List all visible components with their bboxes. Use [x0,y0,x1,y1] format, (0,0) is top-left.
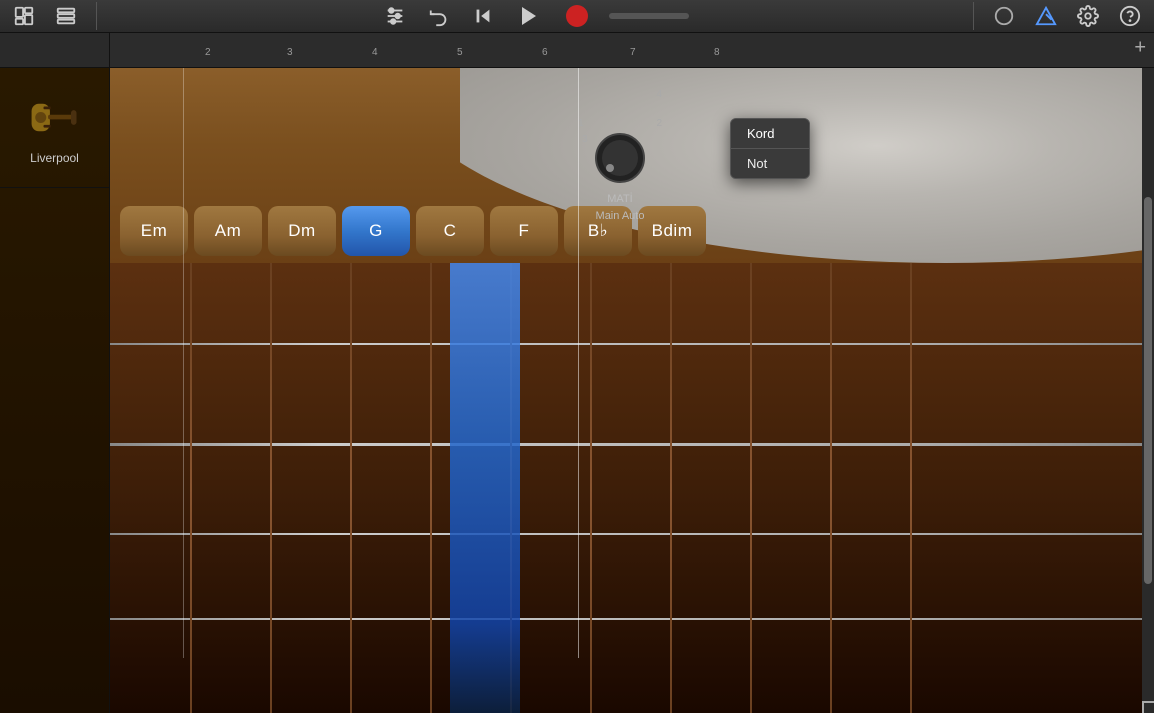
string-4 [110,618,1154,620]
fret-line-10 [910,263,912,713]
fret-line-3 [350,263,352,713]
toolbar-right [973,2,1144,30]
toolbar-center [113,0,957,32]
ruler-mark-3: 4 [372,47,378,58]
fret-line-9 [830,263,832,713]
main-content: Liverpool 2 3 4 5 6 7 8 + [0,33,1154,713]
undo-icon[interactable] [425,2,453,30]
knob-label-2: 2 [656,118,662,129]
ruler-mark-5: 6 [542,47,548,58]
rewind-icon[interactable] [469,2,497,30]
track-name: Liverpool [30,151,79,165]
fret-line-7 [670,263,672,713]
volume-slider[interactable] [609,13,689,19]
mixer-icon[interactable] [381,2,409,30]
loop-icon[interactable] [990,2,1018,30]
tracks-area: 1 2 4 3 [110,68,1154,713]
right-scrollbar[interactable] [1142,68,1154,713]
note-highlight-g [450,263,520,713]
knob-label-4: 4 [656,89,662,100]
ruler-mark-4: 5 [457,47,463,58]
play-button[interactable] [513,0,545,32]
upper-track: 1 2 4 3 [110,68,1154,263]
add-track-button[interactable]: + [1134,37,1146,60]
tuner-icon[interactable] [1032,2,1060,30]
bottom-bracket [1142,701,1154,713]
playhead-line [578,68,579,658]
knob-container: 1 2 4 3 [570,118,670,208]
ruler-mark-7: 8 [714,47,720,58]
string-3 [110,533,1154,535]
context-menu: Kord Not [730,118,810,179]
ruler-mark-2: 3 [287,47,293,58]
guitar-area: 1 2 4 3 [110,68,1154,713]
knob-main-label: MATİ [607,193,632,205]
chord-btn-dm[interactable]: Dm [268,206,336,256]
track-header-spacer [0,33,109,68]
ruler-marks-container: 2 3 4 5 6 7 8 + [110,33,1154,63]
context-menu-item-kord[interactable]: Kord [731,119,809,148]
fret-line-4 [430,263,432,713]
library-icon[interactable] [10,2,38,30]
auto-controller: 1 2 4 3 [570,118,670,222]
knob-corner-3: 3 [582,134,588,145]
record-button[interactable] [561,0,593,32]
knob-sub-label: Main Auto [596,210,645,222]
settings-icon[interactable] [1074,2,1102,30]
chord-btn-am[interactable]: Am [194,206,262,256]
fret-line-1 [190,263,192,713]
scrollbar-thumb [1144,197,1152,584]
track-item-liverpool[interactable]: Liverpool [0,68,109,188]
bass-guitar-icon [27,90,82,145]
fret-line-2 [270,263,272,713]
chord-btn-f[interactable]: F [490,206,558,256]
fretboard-area [110,263,1154,713]
left-guide-line [183,68,184,658]
track-sidebar: Liverpool [0,33,110,713]
record-circle [566,5,588,27]
chord-btn-c[interactable]: C [416,206,484,256]
string-1 [110,343,1154,345]
context-menu-item-not[interactable]: Not [731,149,809,178]
content-area: 2 3 4 5 6 7 8 + [110,33,1154,713]
ruler: 2 3 4 5 6 7 8 + [110,33,1154,68]
knob-labels: 1 2 [570,118,670,129]
fret-line-8 [750,263,752,713]
ruler-mark-6: 7 [630,47,636,58]
tracks-icon[interactable] [52,2,80,30]
ruler-mark-1: 2 [205,47,211,58]
help-icon[interactable] [1116,2,1144,30]
chord-btn-em[interactable]: Em [120,206,188,256]
fret-strings [110,263,1154,713]
string-2 [110,443,1154,446]
knob-svg[interactable] [594,132,646,189]
app-container: Liverpool 2 3 4 5 6 7 8 + [0,0,1154,705]
toolbar [0,0,1154,33]
chord-btn-g[interactable]: G [342,206,410,256]
fret-line-6 [590,263,592,713]
toolbar-left [10,2,97,30]
